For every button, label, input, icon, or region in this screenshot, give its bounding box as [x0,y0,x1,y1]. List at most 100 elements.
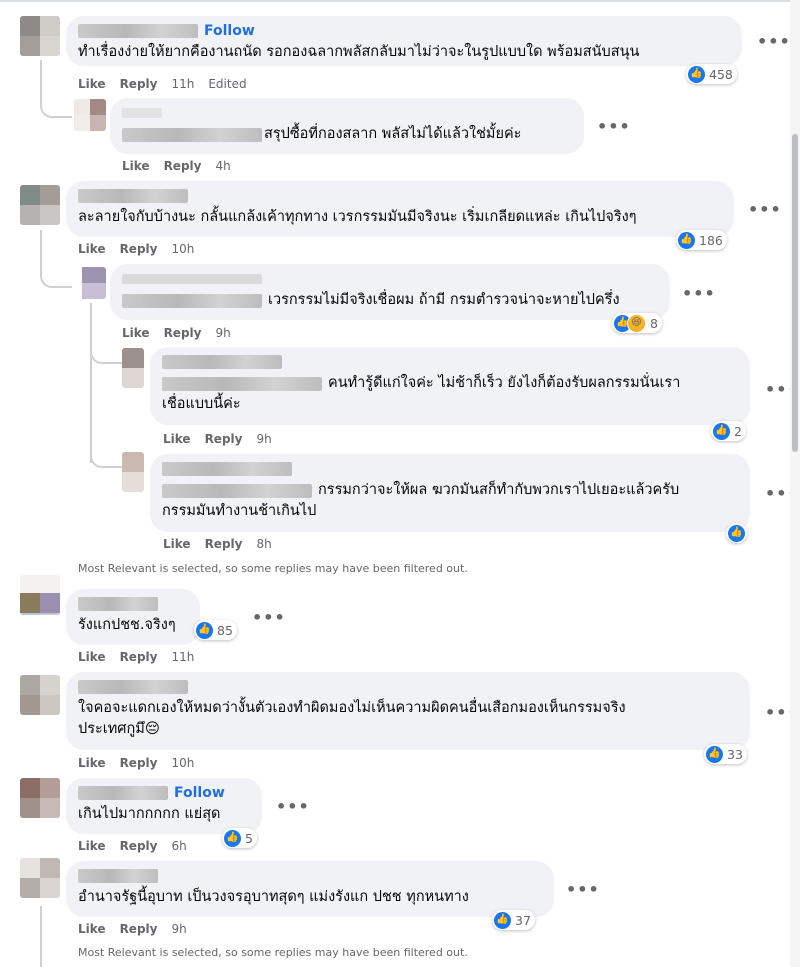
reply-button[interactable]: Reply [164,326,202,340]
like-reaction-icon: 👍 [688,65,705,83]
timestamp[interactable]: 9h [171,922,186,936]
like-button[interactable]: Like [122,326,150,340]
avatar[interactable] [20,675,60,715]
like-button[interactable]: Like [78,242,106,256]
like-button[interactable]: Like [163,537,191,551]
thread-line [40,906,42,967]
comment-author[interactable] [78,678,738,696]
timestamp[interactable]: 8h [256,537,271,551]
reaction-count[interactable]: 👍 85 [194,620,237,640]
reaction-number: 186 [699,232,723,248]
like-button[interactable]: Like [122,159,150,173]
reply-button[interactable]: Reply [205,432,243,446]
comment-actions: Like Reply 6h [78,839,187,853]
reaction-count[interactable]: 👍 😆 8 [612,313,662,333]
reaction-number: 33 [727,746,743,762]
avatar[interactable] [20,575,60,615]
comment-author[interactable]: Follow [78,22,730,40]
thread-line [90,303,92,463]
reply-button[interactable]: Reply [120,756,158,770]
reply-button[interactable]: Reply [120,77,158,91]
more-options-icon[interactable]: ••• [682,284,716,303]
comment-bubble: Follow ทำเรื่องง่ายให้ยากคืองานถนัด รอกอ… [66,16,742,66]
like-reaction-icon: 👍 [706,745,723,763]
avatar[interactable] [74,99,106,131]
comment-author[interactable] [122,104,572,122]
comment-actions: Like Reply 9h [163,432,272,446]
like-button[interactable]: Like [78,922,106,936]
avatar[interactable] [122,348,144,388]
like-button[interactable]: Like [78,650,106,664]
like-reaction-icon: 👍 [678,231,695,249]
comment-actions: Like Reply 10h [78,756,194,770]
avatar[interactable] [122,452,144,492]
reaction-count[interactable]: 👍 186 [676,230,727,250]
comment-actions: Like Reply 8h [163,537,272,551]
comment-text: ทำเรื่องง่ายให้ยากคืองานถนัด รอกองฉลากพล… [78,44,640,60]
more-options-icon[interactable]: ••• [597,117,631,136]
comment-text-line2: เชื่อแบบนี้ค่ะ [162,396,241,412]
comment-author[interactable] [78,187,722,205]
reply-button[interactable]: Reply [120,650,158,664]
reply-button[interactable]: Reply [120,922,158,936]
left-edge [0,0,12,967]
reply-connector [40,60,72,118]
timestamp[interactable]: 10h [171,756,194,770]
reply-connector [90,440,124,468]
like-reaction-icon: 👍 [728,524,745,542]
timestamp[interactable]: 11h [171,650,194,664]
more-options-icon[interactable]: ••• [748,200,782,219]
reply-button[interactable]: Reply [120,242,158,256]
like-button[interactable]: Like [163,432,191,446]
like-button[interactable]: Like [78,756,106,770]
scrollbar-thumb[interactable] [792,134,798,452]
reply-button[interactable]: Reply [120,839,158,853]
like-button[interactable]: Like [78,77,106,91]
avatar[interactable] [74,267,106,299]
avatar[interactable] [20,185,60,225]
reaction-count[interactable]: 👍 37 [492,910,535,930]
reaction-count[interactable]: 👍 [726,523,747,543]
reply-button[interactable]: Reply [164,159,202,173]
comment-bubble: เวรกรรมไม่มีจริงเชื่อผม ถ้ามี กรมตำรวจน่… [110,264,670,320]
timestamp[interactable]: 9h [215,326,230,340]
comment-actions: Like Reply 9h [122,326,231,340]
comment-text: เกินไปมากกกกก แย่สุด [78,806,221,822]
timestamp[interactable]: 11h [171,77,194,91]
comment-author[interactable]: Follow [78,784,250,802]
timestamp[interactable]: 4h [215,159,230,173]
comment-author[interactable] [162,353,738,371]
like-button[interactable]: Like [78,839,106,853]
comment-text: ละลายใจกับบ้างนะ กลั้นแกล้งเค้าทุกทาง เว… [78,209,637,225]
comment-bubble: ใจคอจะแดกเองให้หมดว่างั้นตัวเองทำผิดมองไ… [66,672,750,750]
reaction-count[interactable]: 👍 33 [704,744,747,764]
more-options-icon[interactable]: ••• [566,880,600,899]
comment-author[interactable] [122,270,658,288]
reaction-count[interactable]: 👍 458 [686,64,737,84]
more-options-icon[interactable]: ••• [757,32,791,51]
comment-bubble: กรรมกว่าจะให้ผล ฆวกมันสก็ทำกับพวกเราไปเย… [150,454,750,532]
comment-author[interactable] [78,867,542,885]
reaction-count[interactable]: 👍 5 [222,828,257,848]
haha-reaction-icon: 😆 [627,313,646,333]
comment-author[interactable] [162,460,738,478]
comment-author[interactable] [78,595,188,613]
comment-text-line2: ประเทศกูมึ😔 [78,721,160,737]
top-divider [0,0,800,2]
timestamp[interactable]: 6h [171,839,186,853]
follow-link[interactable]: Follow [204,23,255,39]
comment-text: คนทำรู้ดีแก่ใจค่ะ ไม่ช้าก็เร็ว ยังไงก็ต้… [328,375,681,391]
reply-button[interactable]: Reply [205,537,243,551]
timestamp[interactable]: 9h [256,432,271,446]
reaction-number: 85 [217,622,233,638]
avatar[interactable] [20,16,60,56]
comment-bubble: อำนาจรัฐนี้อุบาท เป็นวงจรอุบาทสุดๆ แม่งร… [66,861,554,917]
avatar[interactable] [20,778,60,818]
avatar[interactable] [20,858,60,898]
filter-note: Most Relevant is selected, so some repli… [78,946,468,959]
reaction-count[interactable]: 👍 2 [711,421,746,441]
timestamp[interactable]: 10h [171,242,194,256]
more-options-icon[interactable]: ••• [276,797,310,816]
more-options-icon[interactable]: ••• [252,608,286,627]
follow-link[interactable]: Follow [174,785,225,801]
